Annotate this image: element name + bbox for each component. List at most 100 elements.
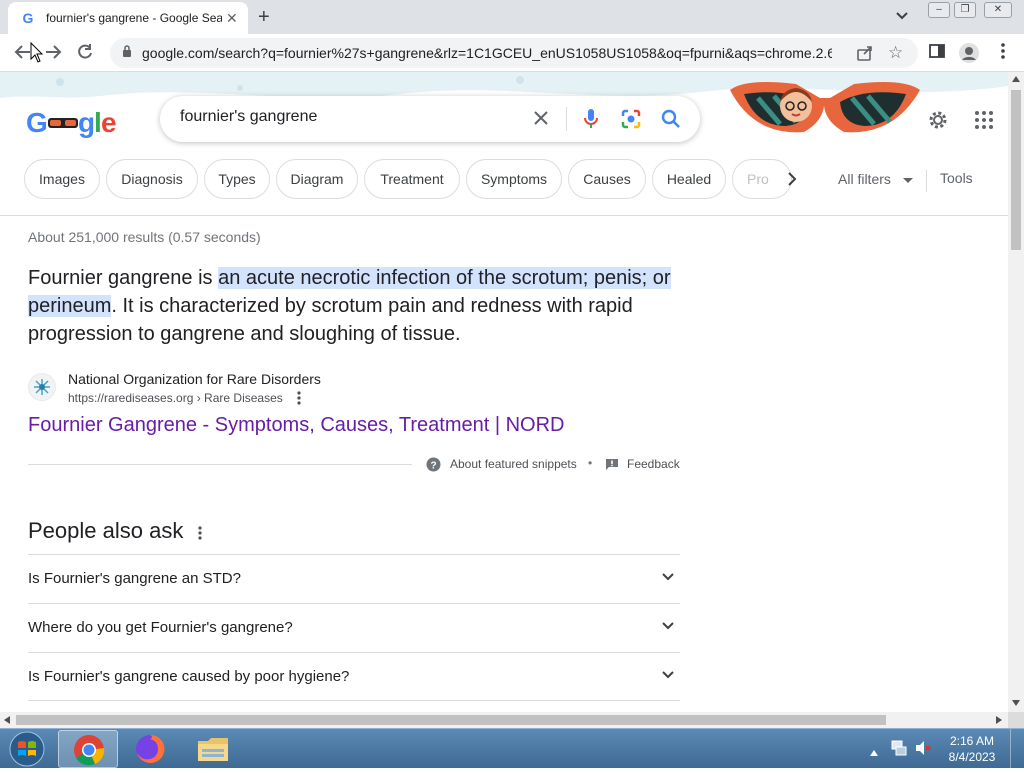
search-input[interactable]	[180, 108, 520, 126]
nord-logo-icon	[34, 379, 50, 395]
side-panel-icon[interactable]	[926, 42, 948, 64]
search-icon[interactable]	[660, 108, 682, 135]
close-tab-icon[interactable]: ✕	[226, 10, 238, 27]
tab-title: fournier's gangrene - Google Sea	[46, 11, 222, 25]
url-text: google.com/search?q=fournier%27s+gangren…	[142, 45, 832, 61]
scroll-down-arrow-icon[interactable]	[1012, 700, 1020, 706]
divider	[566, 107, 567, 131]
google-favicon-icon: G	[22, 10, 34, 26]
lens-search-icon[interactable]	[620, 108, 642, 135]
chip-diagnosis[interactable]: Diagnosis	[106, 159, 198, 199]
google-apps-icon[interactable]	[974, 110, 994, 135]
expand-chevron-icon	[662, 671, 674, 679]
chip-treatment[interactable]: Treatment	[364, 159, 460, 199]
source-favicon[interactable]	[28, 373, 56, 401]
expand-chevron-icon	[662, 573, 674, 581]
reload-icon[interactable]	[74, 42, 96, 64]
show-hidden-icons-icon[interactable]	[870, 743, 878, 761]
chips-next-chevron-icon[interactable]	[786, 171, 798, 192]
taskbar-chrome-button[interactable]	[58, 730, 118, 768]
chip-images[interactable]: Images	[24, 159, 100, 199]
tab-strip: G fournier's gangrene - Google Sea ✕ + –…	[0, 0, 1024, 34]
result-more-options-icon[interactable]	[296, 391, 302, 410]
svg-text:G: G	[26, 107, 47, 138]
chip-healed[interactable]: Healed	[652, 159, 726, 199]
taskbar-clock[interactable]: 2:16 AM 8/4/2023	[944, 733, 1000, 765]
about-featured-snippets-link[interactable]: About featured snippets	[450, 457, 577, 471]
divider	[926, 170, 927, 192]
paa-question-text: Where do you get Fournier's gangrene?	[28, 619, 293, 636]
source-name[interactable]: National Organization for Rare Disorders	[68, 371, 321, 387]
scroll-right-arrow-icon[interactable]	[996, 716, 1002, 724]
snippet-prefix: Fournier gangrene is	[28, 267, 219, 289]
new-tab-icon[interactable]: +	[258, 6, 270, 29]
divider	[28, 464, 412, 465]
snippet-suffix: . It is characterized by scrotum pain an…	[28, 295, 633, 345]
chip-types[interactable]: Types	[204, 159, 270, 199]
result-title-link[interactable]: Fournier Gangrene - Symptoms, Causes, Tr…	[28, 414, 565, 437]
chrome-menu-icon[interactable]	[992, 42, 1014, 64]
vertical-scrollbar[interactable]	[1008, 72, 1024, 712]
paa-question-text: Is Fournier's gangrene an STD?	[28, 570, 241, 587]
search-header: G g l e fournier's gangrene Images Diagn…	[0, 72, 1008, 216]
clock-time: 2:16 AM	[949, 734, 995, 748]
chip-causes[interactable]: Causes	[568, 159, 646, 199]
windows-taskbar: 2:16 AM 8/4/2023	[0, 728, 1024, 770]
paa-more-options-icon[interactable]	[197, 526, 203, 545]
chip-symptoms[interactable]: Symptoms	[466, 159, 562, 199]
mouse-cursor-icon	[30, 42, 44, 63]
source-url[interactable]: https://rarediseases.org › Rare Diseases	[68, 391, 283, 405]
clock-date: 8/4/2023	[948, 750, 996, 764]
result-stats: About 251,000 results (0.57 seconds)	[28, 229, 261, 245]
tab-search-icon[interactable]	[896, 8, 908, 23]
all-filters-button[interactable]: All filters	[838, 171, 913, 187]
chrome-icon	[74, 735, 105, 766]
settings-gear-icon[interactable]	[926, 108, 950, 137]
file-explorer-icon[interactable]	[196, 733, 230, 770]
svg-text:?: ?	[430, 461, 436, 472]
paa-question-text: Is Fournier's gangrene caused by poor hy…	[28, 668, 350, 685]
show-desktop-button[interactable]	[1010, 729, 1024, 769]
expand-chevron-icon	[662, 622, 674, 630]
scroll-left-arrow-icon[interactable]	[4, 716, 10, 724]
firefox-icon[interactable]	[134, 733, 166, 770]
featured-snippet-text: Fournier gangrene is an acute necrotic i…	[28, 264, 680, 348]
horizontal-scrollbar[interactable]	[0, 712, 1008, 728]
google-logo[interactable]: G g l e	[26, 106, 118, 148]
close-window-icon[interactable]: ✕	[984, 2, 1012, 18]
share-icon[interactable]	[856, 44, 874, 67]
search-box[interactable]	[160, 96, 700, 142]
browser-toolbar: google.com/search?q=fournier%27s+gangren…	[0, 34, 1024, 72]
chip-diagram[interactable]: Diagram	[276, 159, 358, 199]
volume-muted-icon[interactable]	[914, 739, 932, 762]
chip-pro[interactable]: Pro	[732, 159, 792, 199]
horizontal-scroll-thumb[interactable]	[16, 715, 886, 725]
browser-tab[interactable]: G fournier's gangrene - Google Sea ✕	[8, 2, 248, 34]
vertical-scroll-thumb[interactable]	[1011, 90, 1021, 250]
svg-text:g: g	[78, 107, 94, 138]
forward-icon[interactable]	[42, 42, 64, 64]
voice-search-icon[interactable]	[582, 107, 600, 136]
paa-question-row[interactable]: Is Fournier's gangrene caused by poor hy…	[28, 652, 680, 701]
lock-icon[interactable]	[122, 45, 132, 57]
separator-bullet: •	[588, 456, 593, 470]
feedback-icon	[605, 458, 619, 476]
doodle-sunglasses-image[interactable]	[726, 76, 922, 138]
dropdown-caret-icon	[902, 178, 913, 183]
bookmark-star-icon[interactable]: ☆	[888, 43, 903, 63]
minimize-window-icon[interactable]: –	[928, 2, 950, 18]
all-filters-label: All filters	[838, 171, 891, 187]
paa-question-row[interactable]: Is Fournier's gangrene an STD?	[28, 554, 680, 603]
address-bar[interactable]: google.com/search?q=fournier%27s+gangren…	[110, 38, 918, 68]
windows-start-button[interactable]	[4, 730, 50, 773]
tools-button[interactable]: Tools	[940, 170, 973, 186]
network-icon[interactable]	[890, 739, 908, 762]
profile-avatar-icon[interactable]	[958, 42, 980, 64]
clear-search-icon[interactable]	[532, 109, 550, 132]
paa-question-row[interactable]: Where do you get Fournier's gangrene?	[28, 603, 680, 652]
svg-text:e: e	[101, 107, 116, 138]
maximize-window-icon[interactable]: ❐	[954, 2, 976, 18]
scroll-up-arrow-icon[interactable]	[1012, 76, 1020, 82]
scrollbar-corner	[1008, 712, 1024, 728]
feedback-link[interactable]: Feedback	[627, 457, 680, 471]
